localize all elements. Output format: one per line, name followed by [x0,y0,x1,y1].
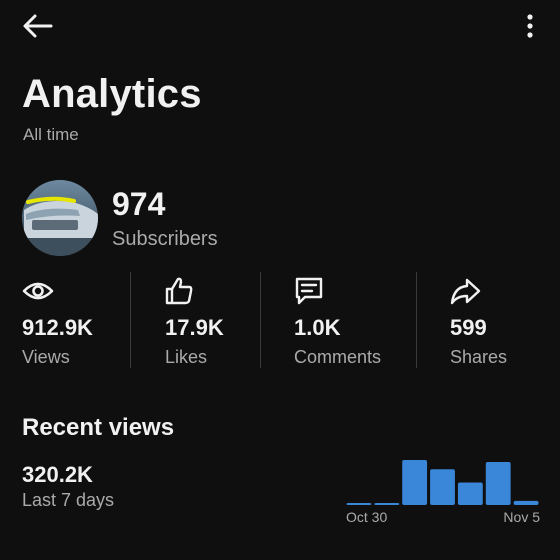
divider [130,272,131,368]
recent-views-heading: Recent views [22,414,175,441]
chart-bar [457,482,483,505]
eye-icon [22,282,54,300]
chart-bar [402,460,428,505]
comments-value: 1.0K [294,315,341,340]
chart-bar [430,469,455,505]
channel-avatar[interactable] [22,180,98,256]
comment-icon [295,277,323,305]
chart-bar [374,503,400,505]
recent-views-period: Last 7 days [22,490,115,510]
chart-bar [513,500,539,505]
likes-value: 17.9K [165,315,224,340]
car-thumbnail-image [22,180,98,256]
views-value: 912.9K [22,315,93,340]
back-button[interactable] [18,8,58,44]
chart-x-tick-label: Nov 5 [503,509,540,525]
recent-views-chart[interactable]: Oct 30 Nov 5 [340,445,545,535]
share-icon [450,278,481,305]
more-options-button[interactable] [514,8,546,44]
thumbs-up-icon [165,277,193,305]
more-vertical-icon [527,14,533,38]
shares-value: 599 [450,315,487,340]
likes-label: Likes [165,347,208,367]
arrow-left-icon [23,14,53,38]
comments-label: Comments [294,347,382,367]
chart-bar [485,462,511,505]
chart-x-tick-label: Oct 30 [346,509,387,525]
subscriber-label: Subscribers [112,228,218,250]
chart-bar [346,503,372,505]
shares-label: Shares [450,347,508,367]
recent-views-value: 320.2K [22,462,93,487]
divider [260,272,261,368]
subscriber-count: 974 [112,186,166,222]
views-label: Views [22,347,70,367]
period-subtitle: All time [23,125,79,144]
page-title: Analytics [22,72,202,116]
divider [416,272,417,368]
